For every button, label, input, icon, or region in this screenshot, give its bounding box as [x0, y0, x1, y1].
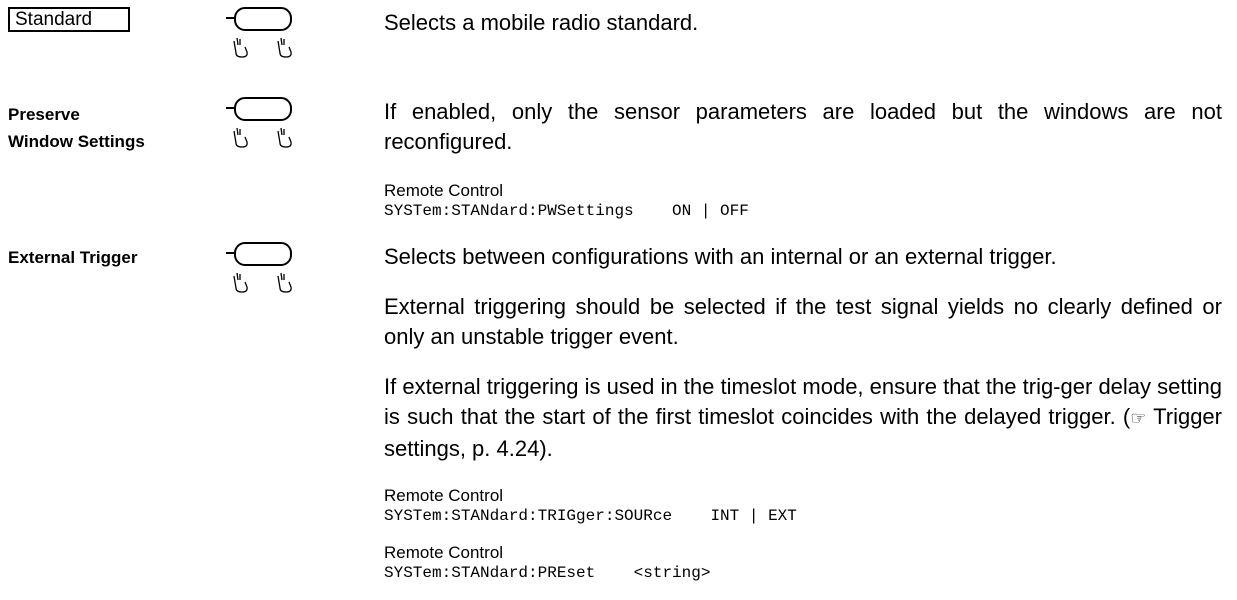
pointing-hand-icon: ☞: [1130, 408, 1147, 429]
softkey-rotary-icon: [200, 94, 300, 152]
para3-text-before: If external triggering is used in the ti…: [384, 374, 1222, 429]
remote-command-text: SYSTem:STANdard:TRIGger:SOURce: [384, 507, 673, 525]
external-trigger-label: External Trigger: [8, 248, 138, 267]
remote-command-text: SYSTem:STANdard:PREset: [384, 564, 596, 582]
standard-key-text: Standard: [15, 9, 93, 30]
softkey-rotary-icon: [200, 4, 300, 62]
external-trigger-para2: External triggering should be selected i…: [384, 294, 1222, 349]
remote-command-args: INT | EXT: [710, 507, 797, 525]
preset-remote-label: Remote Control: [384, 543, 504, 562]
preserve-label-line1: Preserve: [8, 105, 80, 124]
remote-command-args: ON | OFF: [672, 202, 749, 220]
trigger-source-remote-label: Remote Control: [384, 486, 504, 505]
external-trigger-para1: Selects between configurations with an i…: [384, 244, 1057, 269]
preset-remote-command: SYSTem:STANdard:PREset <string>: [384, 563, 710, 583]
preserve-description: If enabled, only the sensor parameters a…: [384, 99, 1222, 154]
external-trigger-para3: If external triggering is used in the ti…: [384, 372, 1222, 464]
remote-command-args: <string>: [633, 564, 711, 582]
remote-command-text: SYSTem:STANdard:PWSettings: [384, 202, 634, 220]
preserve-remote-command: SYSTem:STANdard:PWSettings ON | OFF: [384, 201, 749, 221]
preserve-label-line2: Window Settings: [8, 132, 145, 151]
softkey-rotary-icon: [200, 239, 300, 297]
preserve-remote-label: Remote Control: [384, 181, 504, 200]
trigger-source-remote-command: SYSTem:STANdard:TRIGger:SOURce INT | EXT: [384, 506, 797, 526]
standard-key-label: Standard: [8, 7, 130, 32]
standard-description: Selects a mobile radio standard.: [384, 10, 699, 35]
